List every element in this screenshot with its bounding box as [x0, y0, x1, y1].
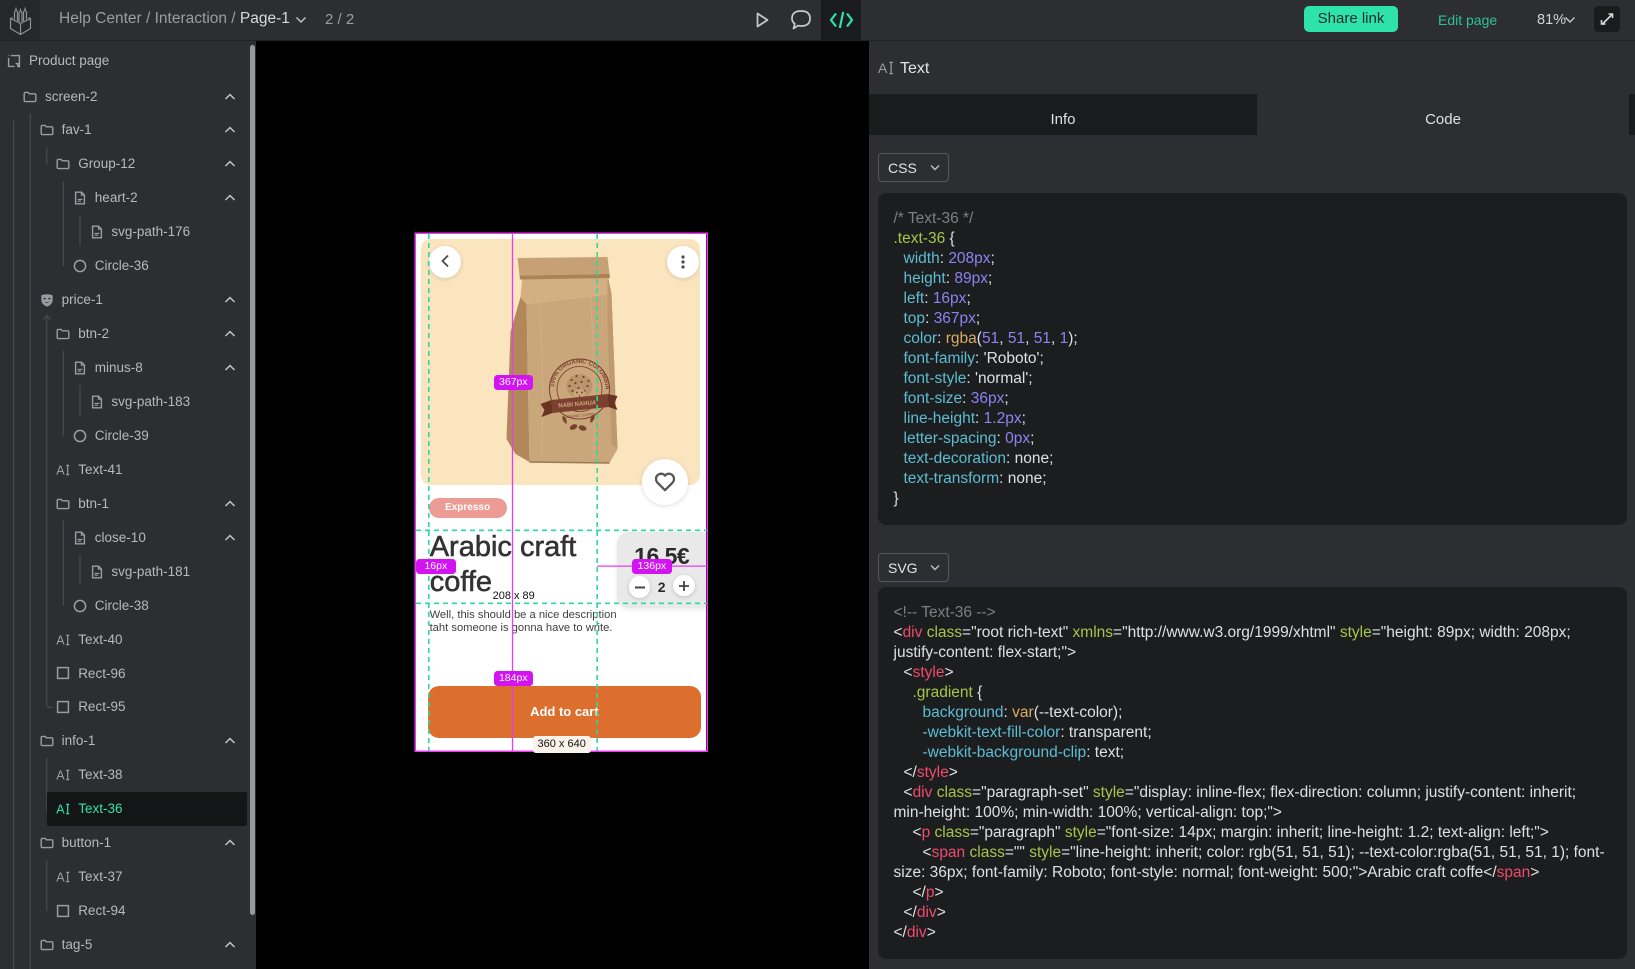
svg-text:A: A: [57, 769, 66, 783]
svg-text:A: A: [57, 463, 66, 477]
svg-text:A: A: [878, 60, 888, 76]
svg-text:A: A: [57, 633, 66, 647]
svg-text:A: A: [57, 871, 66, 885]
svg-text:A: A: [57, 803, 66, 817]
